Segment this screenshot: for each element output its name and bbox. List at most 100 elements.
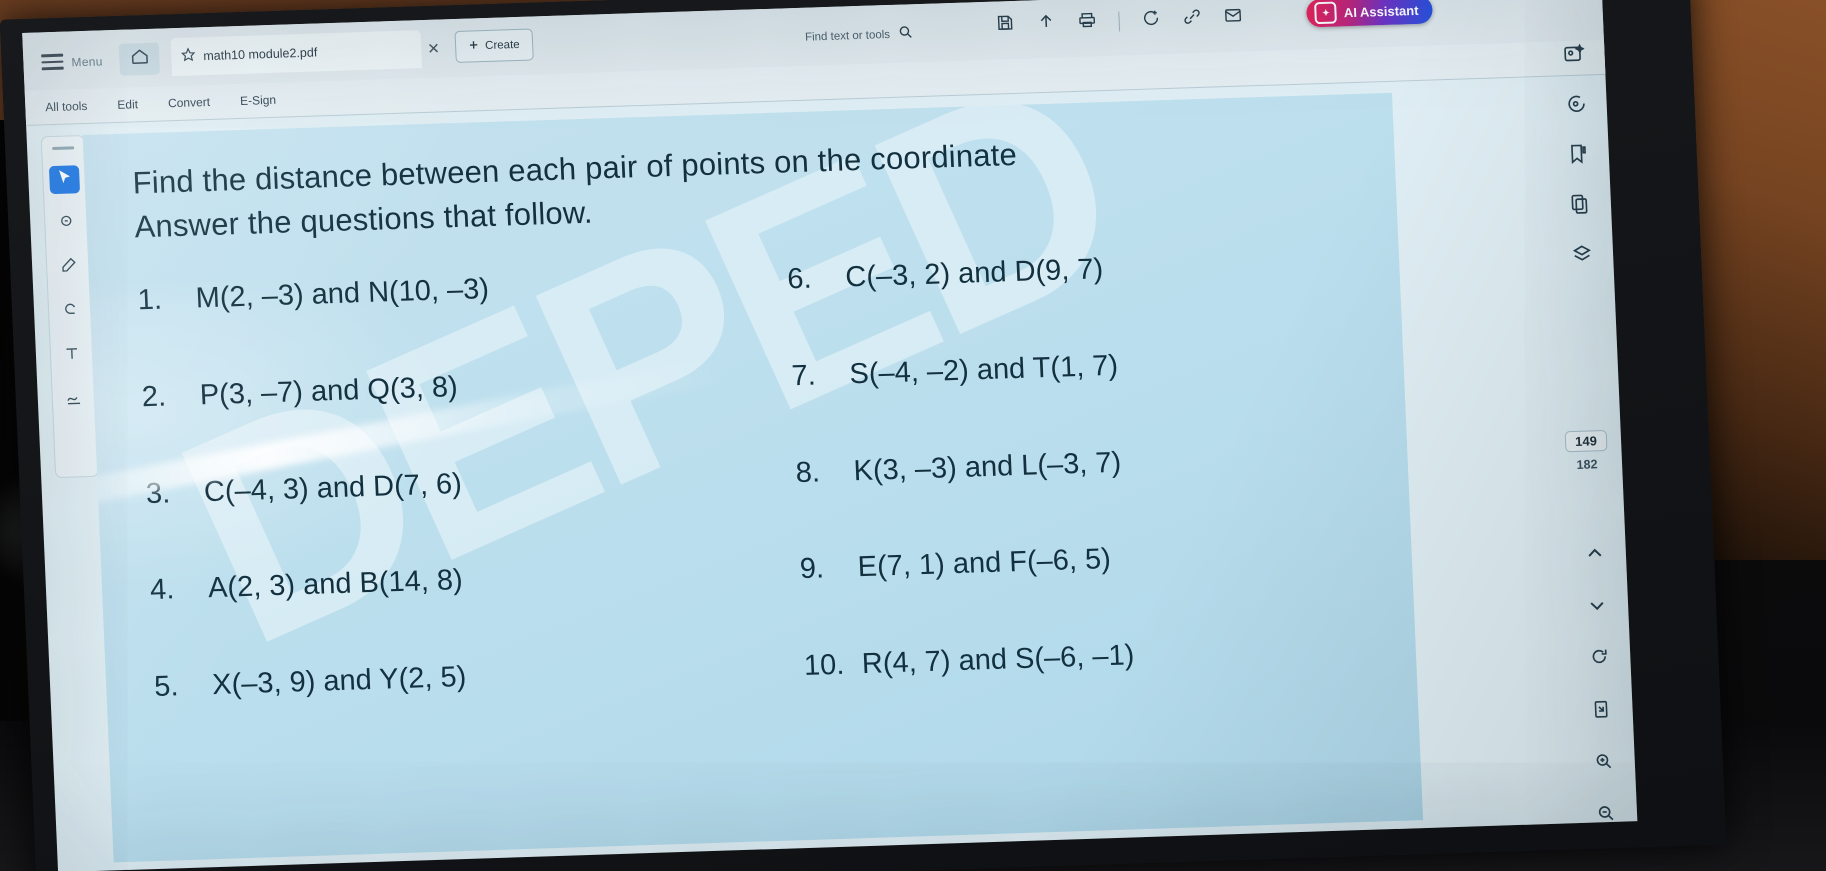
menu-convert[interactable]: Convert <box>168 95 211 110</box>
question-text: M(2, –3) and N(10, –3) <box>194 273 490 315</box>
ai-sparkle-icon: ✦ <box>1314 1 1338 25</box>
pdf-page[interactable]: DEPED Find the distance between each pai… <box>82 92 1424 863</box>
question-number: 4. <box>149 573 175 607</box>
page-indicator: 149 182 <box>1564 429 1609 472</box>
question-item: 4. A(2, 3) and B(14, 8) <box>149 555 730 608</box>
ai-assistant-label: AI Assistant <box>1343 2 1419 20</box>
layers-tool-button[interactable] <box>1569 242 1596 269</box>
question-text: S(–4, –2) and T(1, 7) <box>848 349 1119 391</box>
pages-icon <box>1568 192 1591 220</box>
pages-tool-button[interactable] <box>1566 192 1593 219</box>
question-text: X(–3, 9) and Y(2, 5) <box>211 661 467 702</box>
question-number: 1. <box>137 283 163 317</box>
question-number: 7. <box>790 359 817 393</box>
question-item: 9. E(7, 1) and F(–6, 5) <box>799 534 1380 587</box>
close-icon[interactable]: ✕ <box>427 39 440 57</box>
zoom-out-icon <box>1596 802 1617 828</box>
question-column-left: 1. M(2, –3) and N(10, –3) 2. P(3, –7) an… <box>137 265 737 767</box>
menu-edit[interactable]: Edit <box>117 97 138 112</box>
question-item: 8. K(3, –3) and L(–3, 7) <box>795 437 1376 490</box>
save-icon[interactable] <box>995 13 1015 38</box>
question-number: 10. <box>803 648 845 683</box>
ai-assistant-button[interactable]: ✦ AI Assistant <box>1306 0 1434 28</box>
add-comment-icon[interactable] <box>1141 8 1161 33</box>
comment-icon <box>1564 92 1587 120</box>
question-text: K(3, –3) and L(–3, 7) <box>852 446 1122 487</box>
question-item: 6. C(–3, 2) and D(9, 7) <box>787 244 1368 297</box>
highlight-tool-button[interactable] <box>51 209 82 238</box>
question-text: C(–3, 2) and D(9, 7) <box>844 253 1104 294</box>
question-number: 9. <box>799 552 825 586</box>
page-current[interactable]: 149 <box>1564 429 1608 453</box>
chevron-up-icon <box>1584 543 1605 569</box>
create-button-label: Create <box>484 38 520 53</box>
eraser-icon <box>61 300 80 324</box>
question-number: 5. <box>153 670 180 704</box>
search-placeholder: Find text or tools <box>804 28 891 44</box>
previous-page-button[interactable] <box>1581 542 1608 569</box>
question-number: 6. <box>786 262 813 296</box>
comment-tool-button[interactable] <box>1562 92 1589 119</box>
zoom-out-button[interactable] <box>1593 802 1620 829</box>
fit-page-icon <box>1591 698 1612 724</box>
question-item: 10. R(4, 7) and S(–6, –1) <box>803 630 1384 683</box>
home-icon <box>129 47 149 72</box>
instruction-text: Find the distance between each pair of p… <box>132 122 1365 250</box>
menu-all-tools[interactable]: All tools <box>45 99 88 114</box>
bookmark-icon <box>1566 142 1589 170</box>
rail-grip[interactable] <box>52 146 75 151</box>
document-tab[interactable]: math10 module2.pdf <box>170 30 423 77</box>
find-bar[interactable]: Find text or tools <box>805 24 914 47</box>
question-text: R(4, 7) and S(–6, –1) <box>861 639 1135 681</box>
erase-tool-button[interactable] <box>55 297 86 326</box>
question-item: 1. M(2, –3) and N(10, –3) <box>137 265 718 318</box>
chevron-down-icon <box>1587 595 1608 621</box>
question-text: A(2, 3) and B(14, 8) <box>207 564 464 605</box>
envelope-icon[interactable] <box>1223 6 1243 31</box>
question-number: 2. <box>141 380 167 414</box>
share-upload-icon[interactable] <box>1036 12 1056 37</box>
link-icon[interactable] <box>1182 7 1202 32</box>
question-column-right: 6. C(–3, 2) and D(9, 7) 7. S(–4, –2) and… <box>787 244 1387 746</box>
question-item: 7. S(–4, –2) and T(1, 7) <box>791 340 1372 393</box>
top-icon-group <box>995 6 1243 38</box>
create-button[interactable]: Create <box>454 28 534 63</box>
menu-label[interactable]: Menu <box>71 54 103 69</box>
question-item: 5. X(–3, 9) and Y(2, 5) <box>154 651 735 704</box>
page-total: 182 <box>1576 457 1598 472</box>
question-columns: 1. M(2, –3) and N(10, –3) 2. P(3, –7) an… <box>137 244 1387 767</box>
question-number: 8. <box>794 456 821 489</box>
fit-page-button[interactable] <box>1588 698 1615 725</box>
next-page-button[interactable] <box>1584 594 1611 621</box>
print-icon[interactable] <box>1077 10 1097 35</box>
page-nav-rail <box>1571 542 1629 829</box>
toolbar-separator <box>1118 11 1121 32</box>
rotate-button[interactable] <box>1586 646 1613 673</box>
menu-esign[interactable]: E-Sign <box>240 93 277 108</box>
select-tool-button[interactable] <box>48 165 81 195</box>
text-icon <box>63 344 82 368</box>
search-icon[interactable] <box>898 24 914 44</box>
plus-icon <box>468 39 480 53</box>
layers-icon <box>1571 242 1594 270</box>
zoom-in-button[interactable] <box>1590 750 1617 777</box>
rotate-icon <box>1589 647 1610 673</box>
question-text: E(7, 1) and F(–6, 5) <box>857 543 1112 584</box>
bookmark-tool-button[interactable] <box>1564 142 1591 169</box>
zoom-in-icon <box>1593 750 1614 776</box>
signature-tool-button[interactable] <box>58 385 89 414</box>
text-tool-button[interactable] <box>56 341 87 370</box>
question-text: P(3, –7) and Q(3, 8) <box>199 370 459 412</box>
document-tab-title: math10 module2.pdf <box>203 45 318 64</box>
signature-icon <box>64 388 83 412</box>
ai-image-tool-button[interactable] <box>1560 42 1587 69</box>
home-button[interactable] <box>118 42 161 76</box>
monitor-bezel: Menu math10 module2.pdf ✕ Create Find te… <box>0 0 1727 871</box>
monitor-screen: Menu math10 module2.pdf ✕ Create Find te… <box>22 0 1638 871</box>
cursor-icon <box>56 168 74 191</box>
hamburger-icon[interactable] <box>41 53 64 71</box>
star-icon[interactable] <box>181 46 196 66</box>
pen-icon <box>59 256 78 280</box>
highlight-icon <box>57 212 76 236</box>
pen-tool-button[interactable] <box>53 253 84 282</box>
